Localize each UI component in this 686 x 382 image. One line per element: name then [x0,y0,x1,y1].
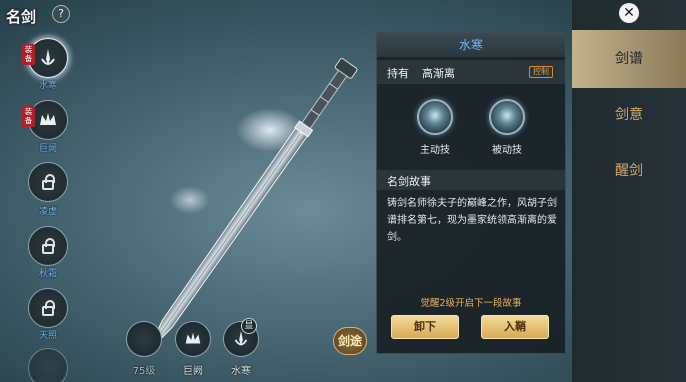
sword-slot-label: 凌虚 [38,207,57,217]
passive-skill-label: 被动技 [492,145,522,156]
sword-slot-qiushuang[interactable] [28,226,68,266]
sword-slot-label: 水寒 [38,81,57,91]
help-icon[interactable]: ? [52,5,70,23]
unequip-button[interactable]: 卸下 [391,315,459,339]
lock-icon [42,299,55,316]
sword-slot-label: 天照 [38,331,57,341]
sword-slot-label: 秋霜 [38,269,57,279]
control-badge: 控制 [529,66,553,78]
display-badge: 显 [241,318,257,334]
lock-icon [42,173,55,190]
story-title: 名剑故事 [387,175,431,188]
lock-icon [42,237,55,254]
sword-info-panel: 水寒 持有 高渐离 控制 主动技 被动技 名剑故事 铸剑名师徐夫子的巅峰之作，风… [376,32,566,354]
tab-xingjian[interactable]: 醒剑 [572,142,686,200]
panel-title: 水寒 [377,33,565,57]
sheath-button[interactable]: 入鞘 [481,315,549,339]
page-title: 名剑 [6,8,37,26]
bottom-slot-jujue[interactable] [175,321,211,357]
active-skill-icon[interactable] [417,99,453,135]
holder-name: 高渐离 [422,67,455,80]
holder-label: 持有 [387,67,409,80]
story-text: 铸剑名师徐夫子的巅峰之作，风胡子剑谱排名第七，现为墨家统领高渐离的爱剑。 [387,198,557,243]
bottom-slot-locked[interactable] [126,321,162,357]
sword-hand-icon [41,49,55,65]
awaken-tip: 觉醒2级开启下一段故事 [420,298,522,309]
sword-slot-more[interactable] [28,348,68,382]
holder-row: 持有 高渐离 控制 [377,60,565,84]
equipped-badge: 装备 [22,106,35,127]
tab-jianyi[interactable]: 剑意 [572,86,686,144]
tab-jianpu[interactable]: 剑谱 [572,30,686,88]
bottom-slot-label: 水寒 [231,366,251,377]
close-icon[interactable]: ✕ [619,3,639,23]
sword-path-button[interactable]: 剑途 [333,327,367,355]
story-header: 名剑故事 [377,170,565,190]
active-skill-label: 主动技 [420,145,450,156]
sword-slot-tianzhao[interactable] [28,288,68,328]
equipped-badge: 装备 [22,44,35,65]
sword-slot-label: 巨阙 [38,144,57,154]
sword-crown-icon [185,332,201,344]
sword-slot-lingxu[interactable] [28,162,68,202]
sword-crown-icon [40,113,56,125]
passive-skill-icon[interactable] [489,99,525,135]
